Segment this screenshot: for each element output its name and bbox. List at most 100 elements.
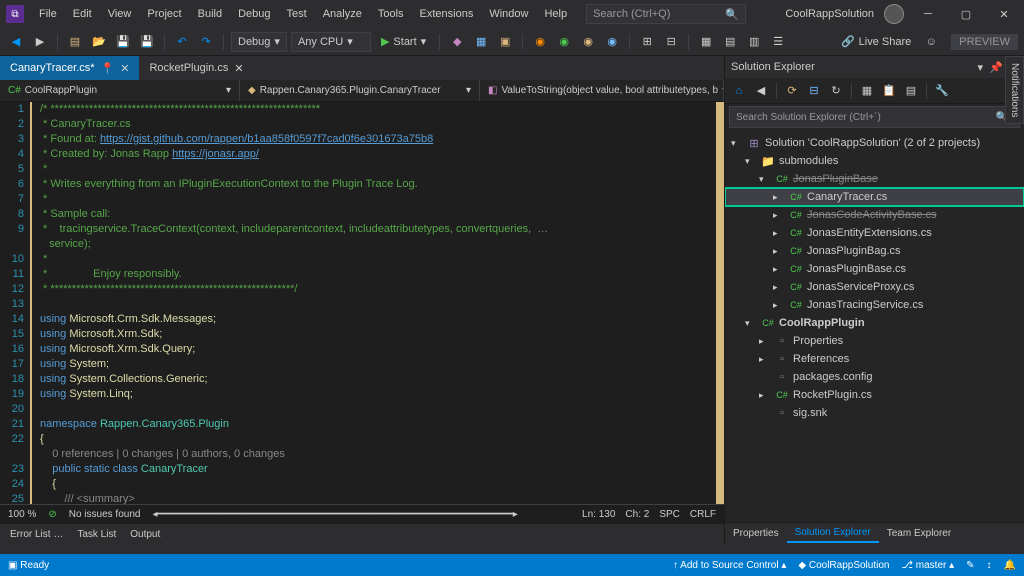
menu-view[interactable]: View <box>101 4 139 24</box>
tree-item[interactable]: ▸▫Properties <box>725 332 1024 350</box>
menu-project[interactable]: Project <box>140 4 188 24</box>
live-share-button[interactable]: 🔗Live Share <box>841 35 911 48</box>
maximize-button[interactable]: ▢ <box>952 3 980 25</box>
menu-build[interactable]: Build <box>191 4 229 24</box>
add-source-control[interactable]: ↑ Add to Source Control ▴ <box>673 560 786 571</box>
new-project-icon[interactable]: ▤ <box>65 32 85 52</box>
close-button[interactable]: ✕ <box>990 3 1018 25</box>
menu-file[interactable]: File <box>32 4 64 24</box>
properties-icon[interactable]: 📋 <box>879 81 899 101</box>
collapse-icon[interactable]: ⊟ <box>804 81 824 101</box>
eol-indicator[interactable]: CRLF <box>690 509 716 520</box>
tool-icon[interactable]: ◆ <box>447 32 467 52</box>
tool-icon[interactable]: ☰ <box>768 32 788 52</box>
issues-label[interactable]: No issues found <box>69 509 141 520</box>
tree-item[interactable]: ▸C#JonasEntityExtensions.cs <box>725 224 1024 242</box>
nav-project[interactable]: C#CoolRappPlugin▾ <box>0 80 240 101</box>
home-icon[interactable]: ⌂ <box>729 81 749 101</box>
tree-item[interactable]: ▾C#JonasPluginBase <box>725 170 1024 188</box>
tool-icon[interactable]: ▦ <box>471 32 491 52</box>
tool-icon[interactable]: ▦ <box>696 32 716 52</box>
close-icon[interactable]: ✕ <box>234 62 243 75</box>
line-indicator[interactable]: Ln: 130 <box>582 509 615 520</box>
view-code-icon[interactable]: ▤ <box>901 81 921 101</box>
wrench-icon[interactable]: 🔧 <box>932 81 952 101</box>
quick-search-input[interactable]: Search (Ctrl+Q) 🔍 <box>586 4 746 24</box>
tree-item[interactable]: ▸C#JonasPluginBase.cs <box>725 260 1024 278</box>
redo-icon[interactable]: ↷ <box>196 32 216 52</box>
col-indicator[interactable]: Ch: 2 <box>625 509 649 520</box>
menu-edit[interactable]: Edit <box>66 4 99 24</box>
sol-tab[interactable]: Solution Explorer <box>787 524 879 543</box>
sync-icon[interactable]: ↕ <box>987 560 992 571</box>
refresh-icon[interactable]: ↻ <box>826 81 846 101</box>
tree-item[interactable]: ▸▫References <box>725 350 1024 368</box>
menu-help[interactable]: Help <box>537 4 574 24</box>
branch-indicator[interactable]: ⎇ master ▴ <box>901 560 954 571</box>
tree-item[interactable]: ▾C#CoolRappPlugin <box>725 314 1024 332</box>
tree-item[interactable]: ▸C#JonasCodeActivityBase.cs <box>725 206 1024 224</box>
tool-icon[interactable]: ⊟ <box>661 32 681 52</box>
document-tab[interactable]: CanaryTracer.cs*📍✕ <box>0 56 139 80</box>
ext-icon[interactable]: ◉ <box>602 32 622 52</box>
notifications-icon[interactable]: 🔔 <box>1004 560 1016 571</box>
tree-item[interactable]: ▸C#JonasServiceProxy.cs <box>725 278 1024 296</box>
dropdown-icon[interactable]: ▾ <box>978 61 984 74</box>
code-editor[interactable]: 1234567891011121314151617181920212223242… <box>0 102 724 504</box>
undo-icon[interactable]: ↶ <box>172 32 192 52</box>
back-icon[interactable]: ◀ <box>751 81 771 101</box>
repo-indicator[interactable]: ◆ CoolRappSolution <box>798 560 889 571</box>
zoom-level[interactable]: 100 % <box>8 509 36 520</box>
minimize-button[interactable]: ─ <box>914 3 942 25</box>
menu-extensions[interactable]: Extensions <box>413 4 481 24</box>
save-icon[interactable]: 💾 <box>113 32 133 52</box>
tree-item[interactable]: ▸C#CanaryTracer.cs <box>725 188 1024 206</box>
user-avatar-icon[interactable] <box>884 4 904 24</box>
solution-root[interactable]: ▾⊞Solution 'CoolRappSolution' (2 of 2 pr… <box>725 134 1024 152</box>
tool-icon[interactable]: ▥ <box>744 32 764 52</box>
ext-icon[interactable]: ◉ <box>578 32 598 52</box>
sol-search-input[interactable]: Search Solution Explorer (Ctrl+´)🔍▾ <box>729 106 1020 128</box>
document-tab[interactable]: RocketPlugin.cs✕ <box>139 56 253 80</box>
show-all-icon[interactable]: ▦ <box>857 81 877 101</box>
save-all-icon[interactable]: 💾 <box>137 32 157 52</box>
tree-item[interactable]: ▸C#RocketPlugin.cs <box>725 386 1024 404</box>
sol-tab[interactable]: Properties <box>725 525 787 542</box>
menu-window[interactable]: Window <box>482 4 535 24</box>
close-icon[interactable]: ✕ <box>120 62 129 75</box>
start-debug-button[interactable]: ▶Start▾ <box>375 32 432 52</box>
tool-icon[interactable]: ⊞ <box>637 32 657 52</box>
tool-icon[interactable]: ▤ <box>720 32 740 52</box>
tree-item[interactable]: ▸C#JonasTracingService.cs <box>725 296 1024 314</box>
tool-icon[interactable]: ▣ <box>495 32 515 52</box>
open-file-icon[interactable]: 📂 <box>89 32 109 52</box>
bottom-tab[interactable]: Error List … <box>4 527 69 542</box>
scroll-indicator: ◂━━━━━━━━━━━━━━━━━━━━━━━━━━━━━━━━━━━━━━━… <box>152 509 517 520</box>
tree-item[interactable]: ▫sig.snk <box>725 404 1024 422</box>
indent-indicator[interactable]: SPC <box>659 509 680 520</box>
pin-icon[interactable]: 📍 <box>101 62 115 75</box>
nav-fwd-icon[interactable]: ▶ <box>30 32 50 52</box>
tree-item[interactable]: ▾📁submodules <box>725 152 1024 170</box>
bottom-tab[interactable]: Task List <box>71 527 122 542</box>
sol-tab[interactable]: Team Explorer <box>879 525 959 542</box>
bottom-tab[interactable]: Output <box>124 527 166 542</box>
config-dropdown[interactable]: Debug▾ <box>231 32 287 52</box>
sync-icon[interactable]: ⟳ <box>782 81 802 101</box>
tree-item[interactable]: ▫packages.config <box>725 368 1024 386</box>
menu-debug[interactable]: Debug <box>231 4 277 24</box>
nav-back-icon[interactable]: ◀ <box>6 32 26 52</box>
platform-dropdown[interactable]: Any CPU▾ <box>291 32 371 52</box>
feedback-icon[interactable]: ☺ <box>921 32 941 52</box>
ext-icon[interactable]: ◉ <box>530 32 550 52</box>
notifications-tab[interactable]: Notifications <box>1005 56 1024 124</box>
nav-method[interactable]: ◧ValueToString(object value, bool attrib… <box>480 80 724 101</box>
menu-tools[interactable]: Tools <box>371 4 411 24</box>
ext-icon[interactable]: ◉ <box>554 32 574 52</box>
pin-icon[interactable]: 📌 <box>989 61 1003 74</box>
menu-test[interactable]: Test <box>280 4 314 24</box>
nav-class[interactable]: ◆Rappen.Canary365.Plugin.CanaryTracer▾ <box>240 80 480 101</box>
tree-item[interactable]: ▸C#JonasPluginBag.cs <box>725 242 1024 260</box>
changes-icon[interactable]: ✎ <box>966 560 974 571</box>
menu-analyze[interactable]: Analyze <box>316 4 369 24</box>
